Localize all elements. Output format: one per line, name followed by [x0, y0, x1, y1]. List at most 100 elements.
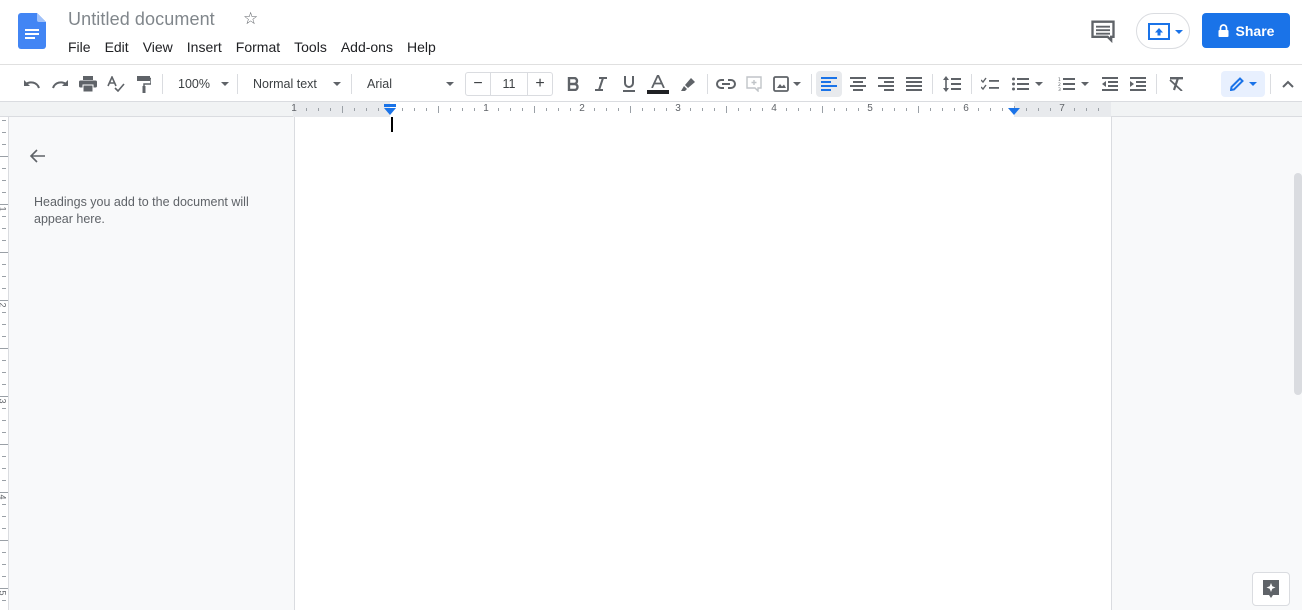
vertical-scrollbar[interactable]: [1294, 173, 1302, 395]
vertical-ruler-tick: [0, 396, 8, 397]
highlight-color-button[interactable]: [675, 71, 701, 97]
font-value: Arial: [367, 77, 393, 91]
ruler-tick: [1098, 108, 1099, 111]
menu-insert[interactable]: Insert: [180, 37, 229, 57]
menu-format[interactable]: Format: [229, 37, 287, 57]
print-button[interactable]: [75, 71, 101, 97]
ruler-tick: [498, 108, 499, 111]
bold-button[interactable]: [560, 71, 586, 97]
vertical-ruler-tick: [2, 168, 6, 169]
numbered-list-button[interactable]: 123: [1052, 71, 1094, 97]
ruler-tick: [978, 108, 979, 111]
ruler-tick: [366, 108, 367, 111]
justify-button[interactable]: [901, 71, 927, 97]
chevron-down-icon: [221, 82, 229, 86]
ruler-tick: [1086, 108, 1087, 111]
align-left-icon: [821, 77, 837, 91]
zoom-select[interactable]: 100%: [170, 71, 234, 97]
ruler-tick: [894, 108, 895, 111]
line-spacing-icon: [943, 76, 961, 92]
vertical-ruler-tick: [2, 336, 6, 337]
undo-button[interactable]: [19, 71, 45, 97]
menu-file[interactable]: File: [61, 37, 98, 57]
paint-format-button[interactable]: [131, 71, 157, 97]
ruler-tick: [462, 108, 463, 111]
close-outline-button[interactable]: [28, 146, 48, 166]
vertical-ruler-tick: [0, 204, 8, 205]
chevron-up-icon: [1282, 80, 1294, 88]
paragraph-style-value: Normal text: [253, 77, 317, 91]
increase-indent-button[interactable]: [1125, 71, 1151, 97]
justify-icon: [906, 77, 922, 91]
ruler-tick: [786, 108, 787, 111]
ruler-tick: [306, 108, 307, 111]
text-color-button[interactable]: [645, 71, 671, 97]
document-page[interactable]: [294, 117, 1112, 610]
explore-button[interactable]: [1252, 572, 1290, 606]
ruler-tick: [594, 108, 595, 111]
vertical-ruler-tick: [0, 252, 8, 253]
menu-add-ons[interactable]: Add-ons: [334, 37, 400, 57]
ruler-tick: [738, 108, 739, 111]
horizontal-ruler[interactable]: 1 1 2 3 4 5 6 7: [0, 102, 1302, 117]
ruler-tick: [342, 106, 343, 113]
clear-formatting-button[interactable]: [1163, 71, 1189, 97]
hide-menus-button[interactable]: [1276, 71, 1300, 97]
decrease-font-size-button[interactable]: −: [466, 73, 490, 95]
first-line-indent-handle[interactable]: [384, 104, 396, 107]
menu-edit[interactable]: Edit: [98, 37, 136, 57]
add-comment-button[interactable]: [741, 71, 767, 97]
font-size-input[interactable]: 11: [490, 73, 528, 95]
share-label: Share: [1235, 22, 1275, 39]
menu-view[interactable]: View: [136, 37, 180, 57]
menu-help[interactable]: Help: [400, 37, 443, 57]
ruler-tick: [546, 108, 547, 111]
vertical-ruler-tick: [2, 528, 6, 529]
vertical-ruler-tick: [2, 132, 6, 133]
bold-icon: [567, 77, 579, 91]
redo-button[interactable]: [47, 71, 73, 97]
docs-logo-icon[interactable]: [18, 13, 46, 49]
ruler-tick: [690, 108, 691, 111]
insert-image-button[interactable]: [769, 71, 805, 97]
increase-font-size-button[interactable]: +: [528, 73, 552, 95]
menu-tools[interactable]: Tools: [287, 37, 334, 57]
underline-button[interactable]: [616, 71, 642, 97]
ruler-tick: [810, 108, 811, 111]
paragraph-style-select[interactable]: Normal text: [246, 71, 346, 97]
align-center-button[interactable]: [845, 71, 871, 97]
decrease-indent-button[interactable]: [1097, 71, 1123, 97]
right-indent-handle[interactable]: [1008, 108, 1020, 115]
editing-mode-button[interactable]: [1221, 71, 1265, 97]
comment-history-button[interactable]: [1089, 17, 1117, 45]
align-left-button[interactable]: [816, 71, 842, 97]
toolbar-divider: [707, 74, 708, 94]
vertical-ruler-tick: [2, 264, 6, 265]
align-right-button[interactable]: [873, 71, 899, 97]
line-spacing-button[interactable]: [939, 71, 965, 97]
toolbar-divider: [1156, 74, 1157, 94]
outline-empty-message: Headings you add to the document will ap…: [34, 195, 249, 226]
ruler-tick: [954, 108, 955, 111]
ruler-tick: [666, 108, 667, 111]
document-title[interactable]: Untitled document: [68, 9, 215, 30]
vertical-ruler[interactable]: 1 2 3 4 5: [0, 117, 9, 610]
left-indent-handle[interactable]: [384, 108, 396, 115]
ruler-tick: [1026, 108, 1027, 111]
menu-bar: File Edit View Insert Format Tools Add-o…: [61, 37, 443, 57]
present-button[interactable]: [1136, 13, 1190, 49]
star-icon[interactable]: ☆: [243, 9, 263, 31]
italic-button[interactable]: [588, 71, 614, 97]
bulleted-list-button[interactable]: [1006, 71, 1048, 97]
ruler-tick: [942, 108, 943, 111]
present-dropdown-caret[interactable]: [1175, 30, 1183, 34]
spellcheck-button[interactable]: [103, 71, 129, 97]
vertical-ruler-tick: [0, 588, 8, 589]
checklist-button[interactable]: [977, 71, 1003, 97]
vertical-ruler-tick: [2, 120, 6, 121]
font-select[interactable]: Arial: [359, 71, 459, 97]
ruler-tick: [510, 108, 511, 111]
share-button[interactable]: Share: [1202, 13, 1290, 48]
insert-link-button[interactable]: [713, 71, 739, 97]
spellcheck-icon: [107, 76, 125, 92]
